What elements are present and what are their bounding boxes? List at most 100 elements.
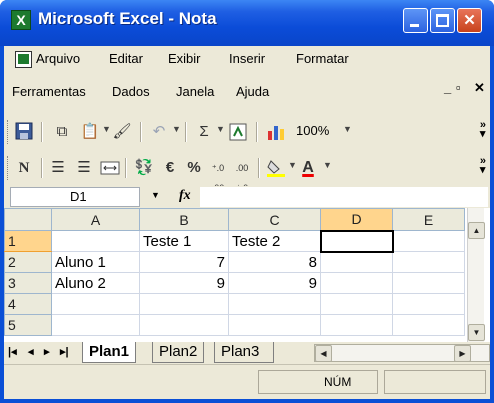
decrease-decimal-icon[interactable]: .00⁺.0 xyxy=(232,158,252,193)
menu-inserir[interactable]: Inserir xyxy=(229,48,265,70)
doc-minimize-icon[interactable]: _ xyxy=(444,80,451,95)
cell-d1[interactable] xyxy=(319,229,394,253)
paste-icon[interactable]: 📋 xyxy=(80,122,100,142)
minimize-button[interactable] xyxy=(403,8,428,33)
insert-function-fx-icon[interactable]: fx xyxy=(179,188,191,204)
undo-icon[interactable]: ↶ xyxy=(149,122,169,142)
cell-b5[interactable] xyxy=(139,314,229,336)
doc-restore-icon[interactable]: ▫ xyxy=(456,80,461,95)
bold-icon[interactable]: N xyxy=(14,158,34,178)
name-box-dropdown-icon[interactable]: ▼ xyxy=(151,190,160,200)
cell-a1[interactable] xyxy=(51,230,140,252)
font-color-icon[interactable]: A xyxy=(298,158,318,178)
fill-color-icon[interactable] xyxy=(266,158,286,178)
paste-dropdown-icon[interactable]: ▼ xyxy=(102,124,111,134)
currency-style-icon[interactable]: 💱 xyxy=(134,158,154,178)
zoom-value[interactable]: 100% xyxy=(296,123,329,138)
menu-editar[interactable]: Editar xyxy=(109,48,143,70)
column-header-e[interactable]: E xyxy=(392,208,465,231)
format-painter-icon[interactable]: 🖌 xyxy=(112,122,132,142)
percent-icon[interactable]: % xyxy=(184,158,204,178)
increase-decimal-icon[interactable]: ⁺.0.00 xyxy=(208,158,228,193)
menu-ferramentas[interactable]: Ferramentas xyxy=(12,81,86,103)
cell-c4[interactable] xyxy=(228,293,321,315)
scroll-down-icon[interactable]: ▼ xyxy=(468,324,485,341)
cell-e1[interactable] xyxy=(392,230,465,252)
name-box[interactable]: D1 xyxy=(10,187,140,207)
cell-d3[interactable] xyxy=(320,272,393,294)
euro-icon[interactable]: € xyxy=(160,158,180,178)
align-right-icon[interactable]: ☰ xyxy=(74,158,94,178)
vertical-scrollbar[interactable]: ▲ ▼ xyxy=(467,208,485,342)
sheet-tab-plan2[interactable]: Plan2 xyxy=(152,342,205,363)
zoom-dropdown-icon[interactable]: ▼ xyxy=(343,124,352,134)
doc-close-icon[interactable]: ✕ xyxy=(474,80,485,96)
undo-dropdown-icon[interactable]: ▼ xyxy=(172,124,181,134)
toolbar-grip[interactable] xyxy=(7,156,10,180)
cell-d4[interactable] xyxy=(320,293,393,315)
cell-d5[interactable] xyxy=(320,314,393,336)
menu-arquivo[interactable]: Arquivo xyxy=(36,48,80,70)
close-button[interactable]: ✕ xyxy=(457,8,482,33)
cell-d2[interactable] xyxy=(320,251,393,273)
insert-function-icon[interactable] xyxy=(228,122,248,142)
copy-icon[interactable]: ⧉ xyxy=(52,122,72,142)
cell-b4[interactable] xyxy=(139,293,229,315)
row-header-5[interactable]: 5 xyxy=(4,314,52,336)
row-header-4[interactable]: 4 xyxy=(4,293,52,315)
select-all-corner[interactable] xyxy=(4,208,52,231)
column-header-d[interactable]: D xyxy=(320,208,393,231)
save-icon[interactable] xyxy=(14,122,34,142)
fill-color-dropdown-icon[interactable]: ▼ xyxy=(288,160,297,170)
cell-a2[interactable]: Aluno 1 xyxy=(51,251,140,273)
horizontal-scrollbar[interactable]: ◀ ▶ xyxy=(314,344,490,362)
merge-center-icon[interactable] xyxy=(100,158,120,178)
cell-c5[interactable] xyxy=(228,314,321,336)
excel-icon[interactable]: X xyxy=(11,10,31,30)
column-header-b[interactable]: B xyxy=(139,208,229,231)
menu-dados[interactable]: Dados xyxy=(112,81,150,103)
toolbar-grip[interactable] xyxy=(7,120,10,144)
sheet-tab-plan1[interactable]: Plan1 xyxy=(82,342,137,363)
cell-e5[interactable] xyxy=(392,314,465,336)
row-header-2[interactable]: 2 xyxy=(4,251,52,273)
column-header-c[interactable]: C xyxy=(228,208,321,231)
toolbar-options-icon[interactable]: » ▾ xyxy=(480,120,486,140)
autosum-dropdown-icon[interactable]: ▼ xyxy=(216,124,225,134)
cell-e2[interactable] xyxy=(392,251,465,273)
menu-exibir[interactable]: Exibir xyxy=(168,48,201,70)
autosum-icon[interactable]: Σ xyxy=(194,122,214,142)
prev-sheet-icon[interactable]: ◂ xyxy=(28,345,34,358)
title-bar[interactable]: X Microsoft Excel - Nota ✕ xyxy=(0,0,494,46)
align-center-icon[interactable]: ☰ xyxy=(48,158,68,178)
cell-a5[interactable] xyxy=(51,314,140,336)
cell-e4[interactable] xyxy=(392,293,465,315)
cell-e3[interactable] xyxy=(392,272,465,294)
cell-c1[interactable]: Teste 2 xyxy=(228,230,321,252)
cell-c2[interactable]: 8 xyxy=(228,251,321,273)
row-header-3[interactable]: 3 xyxy=(4,272,52,294)
menu-ajuda[interactable]: Ajuda xyxy=(236,81,269,103)
cell-a3[interactable]: Aluno 2 xyxy=(51,272,140,294)
cell-c3[interactable]: 9 xyxy=(228,272,321,294)
column-header-a[interactable]: A xyxy=(51,208,140,231)
chart-wizard-icon[interactable] xyxy=(266,122,286,142)
row-header-1[interactable]: 1 xyxy=(4,230,52,252)
cell-b1[interactable]: Teste 1 xyxy=(139,230,229,252)
sheet-tab-plan3[interactable]: Plan3 xyxy=(214,342,274,363)
menu-janela[interactable]: Janela xyxy=(176,81,214,103)
maximize-button[interactable] xyxy=(430,8,455,33)
scroll-up-icon[interactable]: ▲ xyxy=(468,222,485,239)
next-sheet-icon[interactable]: ▸ xyxy=(44,345,50,358)
cell-b2[interactable]: 7 xyxy=(139,251,229,273)
last-sheet-icon[interactable]: ▸| xyxy=(60,345,69,358)
cell-a4[interactable] xyxy=(51,293,140,315)
font-color-dropdown-icon[interactable]: ▼ xyxy=(323,160,332,170)
cell-b3[interactable]: 9 xyxy=(139,272,229,294)
formula-input[interactable] xyxy=(200,187,488,207)
scroll-right-icon[interactable]: ▶ xyxy=(454,345,471,362)
toolbar-options-icon[interactable]: » ▾ xyxy=(480,156,486,176)
menu-formatar[interactable]: Formatar xyxy=(296,48,349,70)
scroll-left-icon[interactable]: ◀ xyxy=(315,345,332,362)
first-sheet-icon[interactable]: |◂ xyxy=(8,345,17,358)
